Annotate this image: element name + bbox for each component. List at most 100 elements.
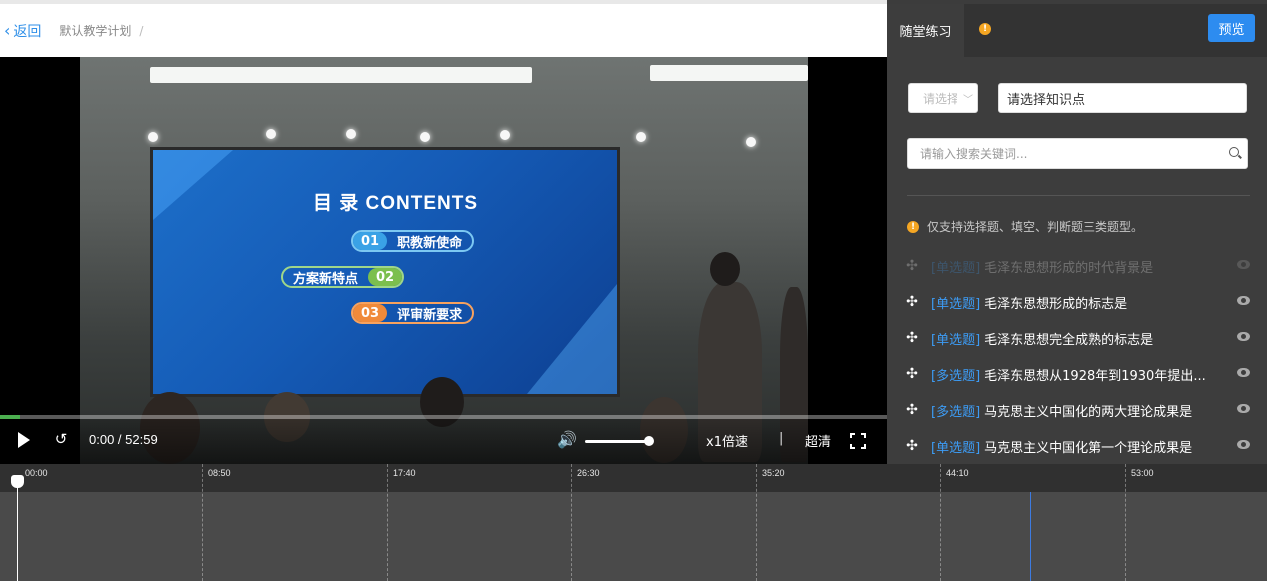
knowledge-point-select[interactable]: 请选择知识点 [998, 83, 1247, 113]
preview-button[interactable]: 预览 [1208, 14, 1255, 42]
panel-tabs: 随堂练习 ! 预览 [887, 4, 1267, 57]
timeline-tick-line [571, 464, 572, 581]
ceiling-light [150, 67, 532, 83]
eye-icon[interactable] [1237, 260, 1250, 269]
info-icon[interactable]: ! [979, 23, 991, 35]
eye-icon[interactable] [1237, 332, 1250, 341]
timeline-marker[interactable] [1030, 492, 1031, 581]
timeline-ruler [0, 464, 1267, 492]
volume-slider[interactable] [585, 440, 649, 443]
question-title: 毛泽东思想形成的时代背景是 [984, 260, 1154, 276]
speaker-head [710, 252, 740, 286]
app-root: ‹ 返回 默认教学计划 / 目 录 CONTENTS 01 职教新使命 方案新特… [0, 0, 1267, 581]
slide-item-3: 03 评审新要求 [351, 302, 475, 324]
question-title: 毛泽东思想完全成熟的标志是 [984, 332, 1154, 348]
drag-handle-icon[interactable]: ✣ [905, 438, 919, 454]
eye-icon[interactable] [1237, 368, 1250, 377]
play-icon[interactable] [18, 432, 30, 448]
drag-handle-icon[interactable]: ✣ [905, 258, 919, 274]
timeline-tick-label: 00:00 [25, 468, 48, 478]
timeline-tick-label: 17:40 [393, 468, 416, 478]
tab-exercise[interactable]: 随堂练习 [887, 4, 964, 57]
question-item[interactable]: ✣ [单选题] 毛泽东思想形成的标志是 [905, 292, 1250, 312]
quality-button[interactable]: 超清 [805, 431, 831, 450]
timeline-tick-line [940, 464, 941, 581]
drag-handle-icon[interactable]: ✣ [905, 294, 919, 310]
question-title: 马克思主义中国化第一个理论成果是 [984, 440, 1193, 456]
timeline-playhead[interactable] [17, 478, 18, 581]
drag-handle-icon[interactable]: ✣ [905, 402, 919, 418]
timeline-tick-label: 53:00 [1131, 468, 1154, 478]
header-bar: ‹ 返回 默认教学计划 / [0, 0, 887, 57]
ceiling-spotlight [746, 137, 756, 147]
search-placeholder: 请输入搜索关键词... [920, 147, 1028, 161]
question-title: 马克思主义中国化的两大理论成果是 [984, 404, 1193, 420]
breadcrumb-separator: / [139, 23, 144, 38]
notice: ! 仅支持选择题、填空、判断题三类题型。 [907, 218, 1143, 235]
ceiling-spotlight [420, 132, 430, 142]
video-controls: ↺ 0:00 / 52:59 🔊 x1倍速 | 超清 [0, 419, 887, 464]
projector-screen: 目 录 CONTENTS 01 职教新使命 方案新特点 02 03 评审新要求 [150, 147, 620, 397]
timeline-playhead-handle[interactable] [11, 475, 24, 488]
video-frame: 目 录 CONTENTS 01 职教新使命 方案新特点 02 03 评审新要求 [80, 57, 808, 464]
question-item[interactable]: ✣ [单选题] 毛泽东思想形成的时代背景是 [905, 256, 1250, 276]
question-type: [多选题] [931, 404, 981, 420]
slide-item-number: 01 [353, 232, 388, 250]
time-display: 0:00 / 52:59 [89, 432, 158, 447]
slide-item-number: 03 [353, 304, 388, 322]
timeline-tick-line [202, 464, 203, 581]
slide-decoration [527, 284, 617, 394]
ceiling-spotlight [148, 132, 158, 142]
question-type: [单选题] [931, 440, 981, 456]
question-item[interactable]: ✣ [多选题] 马克思主义中国化的两大理论成果是 [905, 400, 1250, 420]
ceiling-light [650, 65, 808, 81]
question-title: 毛泽东思想形成的标志是 [984, 296, 1128, 312]
timeline-tick-line [1125, 464, 1126, 581]
question-type-placeholder: 请选择 [923, 91, 957, 106]
timeline-tick-label: 26:30 [577, 468, 600, 478]
question-item[interactable]: ✣ [单选题] 毛泽东思想完全成熟的标志是 [905, 328, 1250, 348]
timeline[interactable]: 00:00 08:50 17:40 26:30 35:20 44:10 53:00 [0, 464, 1267, 581]
back-label: 返回 [13, 23, 42, 40]
volume-icon[interactable]: 🔊 [557, 430, 577, 449]
question-type: [单选题] [931, 296, 981, 312]
search-input[interactable]: 请输入搜索关键词... [907, 138, 1248, 169]
eye-icon[interactable] [1237, 440, 1250, 449]
divider [907, 195, 1250, 196]
timeline-tick-label: 44:10 [946, 468, 969, 478]
slide-item-text: 方案新特点 [293, 271, 359, 287]
video-player[interactable]: 目 录 CONTENTS 01 职教新使命 方案新特点 02 03 评审新要求 [0, 57, 887, 464]
info-icon: ! [907, 220, 919, 233]
question-type: [单选题] [931, 260, 981, 276]
volume-slider-handle[interactable] [644, 436, 654, 446]
slide-item-text: 评审新要求 [397, 307, 463, 323]
slide-item-number: 02 [368, 268, 403, 286]
question-type-select[interactable]: 请选择 ﹀ [908, 83, 978, 113]
timeline-tick-line [756, 464, 757, 581]
notice-text: 仅支持选择题、填空、判断题三类题型。 [927, 220, 1144, 234]
slide-decoration [153, 150, 233, 220]
drag-handle-icon[interactable]: ✣ [905, 330, 919, 346]
ceiling-spotlight [636, 132, 646, 142]
breadcrumb[interactable]: 默认教学计划 [59, 22, 131, 39]
slide-title: 目 录 CONTENTS [313, 193, 479, 214]
eye-icon[interactable] [1237, 404, 1250, 413]
question-item[interactable]: ✣ [单选题] 马克思主义中国化第一个理论成果是 [905, 436, 1250, 456]
drag-handle-icon[interactable]: ✣ [905, 366, 919, 382]
question-title: 毛泽东思想从1928年到1930年提出... [984, 368, 1206, 384]
question-item[interactable]: ✣ [多选题] 毛泽东思想从1928年到1930年提出... [905, 364, 1250, 384]
slide-item-text: 职教新使命 [397, 235, 463, 251]
timeline-tick-label: 35:20 [762, 468, 785, 478]
question-type: [单选题] [931, 332, 981, 348]
replay-5-icon[interactable]: ↺ [52, 430, 70, 448]
eye-icon[interactable] [1237, 296, 1250, 305]
ceiling-spotlight [266, 129, 276, 139]
slide-item-2: 方案新特点 02 [281, 266, 405, 288]
fullscreen-icon[interactable] [850, 433, 866, 449]
exercise-panel: 随堂练习 ! 预览 请选择 ﹀ 请选择知识点 请输入搜索关键词... ! 仅支持… [887, 4, 1267, 464]
back-button[interactable]: ‹ 返回 [4, 21, 41, 41]
ceiling-spotlight [500, 130, 510, 140]
search-icon[interactable] [1229, 147, 1239, 157]
playback-speed-button[interactable]: x1倍速 [706, 431, 748, 450]
controls-separator: | [779, 431, 784, 446]
